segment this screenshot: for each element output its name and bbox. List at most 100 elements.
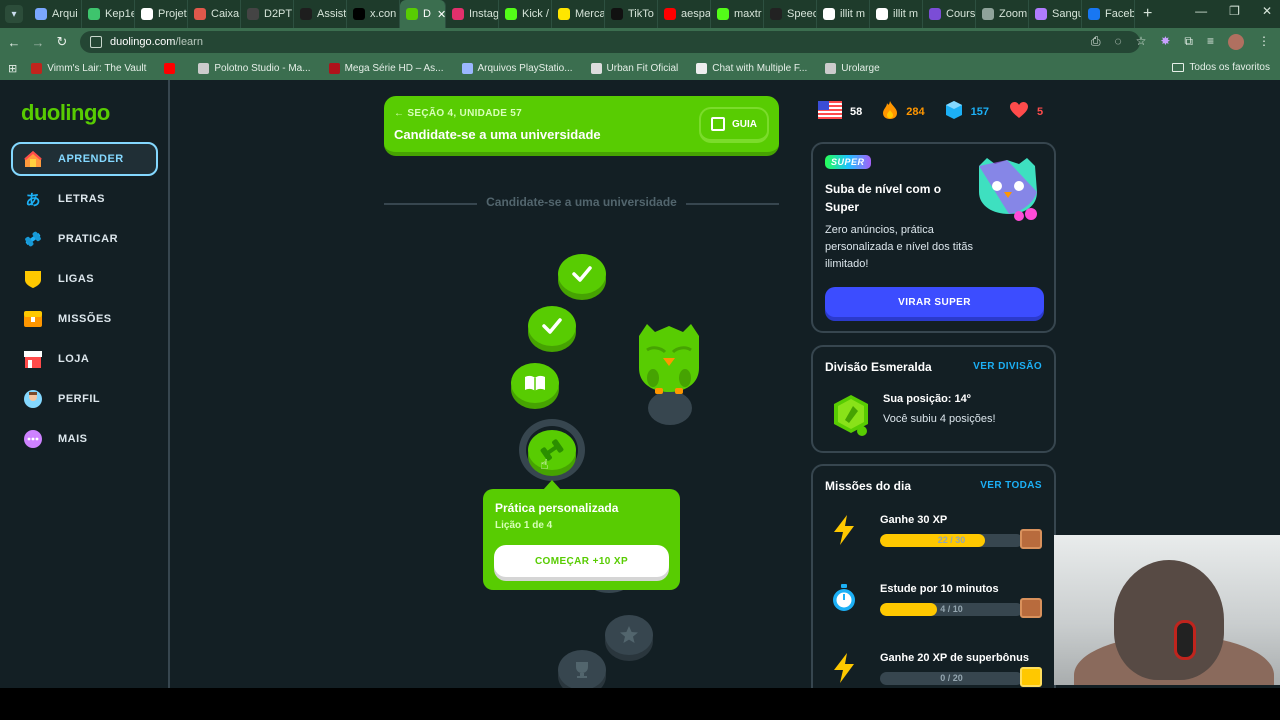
language-stat[interactable]: 58 <box>818 101 862 122</box>
sidebar-item-label: MAIS <box>58 433 88 445</box>
browser-tab[interactable]: Instag <box>446 0 499 28</box>
quest-chest-icon[interactable] <box>1020 529 1042 549</box>
browser-tab[interactable]: illit m <box>870 0 923 28</box>
menu-icon[interactable]: ⋮ <box>1258 34 1270 50</box>
tab-favicon-icon <box>406 8 418 20</box>
tab-favicon-icon <box>194 8 206 20</box>
sidebar-item-missoes[interactable]: MISSÕES <box>11 302 158 336</box>
lesson-node-completed[interactable] <box>558 254 606 294</box>
bookmark-item[interactable]: Polotno Studio - Ma... <box>198 62 311 74</box>
bookmark-item[interactable]: Chat with Multiple F... <box>696 62 807 74</box>
divider-line <box>686 203 779 205</box>
folder-icon <box>1172 63 1185 72</box>
gems-stat[interactable]: 157 <box>945 100 989 123</box>
duolingo-logo[interactable]: duolingo <box>21 100 110 126</box>
lesson-node-locked[interactable] <box>558 650 606 688</box>
sidebar-item-ligas[interactable]: LIGAS <box>11 262 158 296</box>
address-bar-actions: ⎙ ◌ ☆ ✸ ⧉ ≡ ⋮ <box>1091 34 1270 50</box>
reload-icon[interactable]: ↻ <box>50 34 74 50</box>
browser-tab[interactable]: Caixa <box>188 0 241 28</box>
start-lesson-button[interactable]: COMEÇAR +10 XP <box>494 545 669 577</box>
media-icon[interactable]: ≡ <box>1207 34 1214 50</box>
view-league-link[interactable]: VER DIVISÃO <box>973 361 1042 372</box>
hearts-count: 5 <box>1036 105 1044 118</box>
divider-line <box>384 203 477 205</box>
shop-icon <box>23 349 43 369</box>
browser-tab[interactable]: Speec <box>764 0 817 28</box>
bookmark-item[interactable]: Urban Fit Oficial <box>590 62 678 74</box>
browser-tab[interactable]: TikTo <box>605 0 658 28</box>
bookmark-item[interactable]: Vimm's Lair: The Vault <box>31 62 146 74</box>
sidebar-item-label: LIGAS <box>58 273 95 285</box>
browser-tab[interactable]: Cours <box>923 0 976 28</box>
browser-tab[interactable]: Kick / <box>499 0 552 28</box>
bookmark-item[interactable]: Urolarge <box>825 62 880 74</box>
quest-chest-icon[interactable] <box>1020 598 1042 618</box>
tab-search-button[interactable]: ▾ <box>5 5 23 23</box>
view-all-quests-link[interactable]: VER TODAS <box>980 480 1042 491</box>
close-tab-icon[interactable]: ✕ <box>437 8 445 21</box>
browser-tab[interactable]: D2PT <box>241 0 294 28</box>
minimize-icon[interactable]: — <box>1195 4 1207 18</box>
lesson-node-locked[interactable] <box>605 615 653 655</box>
home-icon <box>23 149 43 169</box>
streak-stat[interactable]: 284 <box>882 100 925 123</box>
browser-tab[interactable]: Projet <box>135 0 188 28</box>
new-tab-button[interactable]: + <box>1143 5 1152 23</box>
browser-tab[interactable]: D ✕ <box>400 0 446 28</box>
browser-tab[interactable]: Assist <box>294 0 347 28</box>
checkmark-icon <box>572 266 592 282</box>
guide-button[interactable]: GUIA <box>699 107 769 143</box>
maximize-icon[interactable]: ❐ <box>1229 4 1240 18</box>
profile-avatar[interactable] <box>1228 34 1244 50</box>
bookmark-star-icon[interactable]: ☆ <box>1136 34 1147 50</box>
browser-tab[interactable]: Arqui <box>29 0 82 28</box>
install-icon[interactable]: ⎙ <box>1091 34 1101 50</box>
bookmark-item[interactable]: Arquivos PlayStatio... <box>461 62 573 74</box>
hearts-stat[interactable]: 5 <box>1009 101 1043 122</box>
url-input[interactable]: duolingo.com/learn <box>80 31 1140 53</box>
back-arrow-icon: ← <box>394 108 408 119</box>
back-icon[interactable]: ← <box>2 35 26 50</box>
bookmark-item[interactable]: Mega Série HD – As... <box>328 62 444 74</box>
duo-mascot-image <box>633 320 705 431</box>
browser-tab[interactable]: Sangu <box>1029 0 1082 28</box>
close-window-icon[interactable]: ✕ <box>1262 4 1272 18</box>
browser-tab[interactable]: x.con <box>347 0 400 28</box>
apps-grid-icon[interactable]: ⊞ <box>8 62 17 75</box>
league-position: Sua posição: 14º <box>883 393 971 405</box>
forward-icon[interactable]: → <box>26 35 50 50</box>
browser-tab[interactable]: Zoom <box>976 0 1029 28</box>
browser-tab[interactable]: Merca <box>552 0 605 28</box>
sidebar-item-perfil[interactable]: PERFIL <box>11 382 158 416</box>
lesson-node-completed[interactable] <box>528 306 576 346</box>
eye-off-icon[interactable]: ◌ <box>1114 34 1121 50</box>
sidebar-item-letras[interactable]: あ LETRAS <box>11 182 158 216</box>
language-count: 58 <box>850 105 863 118</box>
sidebar-item-praticar[interactable]: PRATICAR <box>11 222 158 256</box>
guide-label: GUIA <box>732 118 757 130</box>
story-node[interactable] <box>511 363 559 403</box>
tab-title: Merca <box>575 8 605 20</box>
quest-chest-icon[interactable] <box>1020 667 1042 687</box>
checkmark-icon <box>542 318 562 334</box>
site-info-icon[interactable] <box>90 36 102 48</box>
sidebar-item-loja[interactable]: LOJA <box>11 342 158 376</box>
sidebar-item-mais[interactable]: MAIS <box>11 422 158 456</box>
get-super-button[interactable]: VIRAR SUPER <box>825 287 1044 317</box>
extension-icon[interactable]: ✸ <box>1160 34 1170 50</box>
extensions-puzzle-icon[interactable]: ⧉ <box>1184 34 1193 50</box>
streak-count: 284 <box>906 105 925 118</box>
browser-tab[interactable]: aespa <box>658 0 711 28</box>
bookmark-item[interactable] <box>164 62 180 74</box>
bookmark-favicon-icon <box>461 62 473 74</box>
browser-tab[interactable]: maxtr <box>711 0 764 28</box>
browser-tab[interactable]: illit m <box>817 0 870 28</box>
browser-tab[interactable]: Faceb <box>1082 0 1135 28</box>
practice-node-current[interactable] <box>528 430 576 470</box>
all-bookmarks-folder[interactable]: Todos os favoritos <box>1172 62 1270 73</box>
unit-section-link[interactable]: ← SEÇÃO 4, UNIDADE 57 <box>394 108 522 119</box>
sidebar-item-aprender[interactable]: APRENDER <box>11 142 158 176</box>
tab-favicon-icon <box>823 8 835 20</box>
browser-tab[interactable]: Kep1e <box>82 0 135 28</box>
